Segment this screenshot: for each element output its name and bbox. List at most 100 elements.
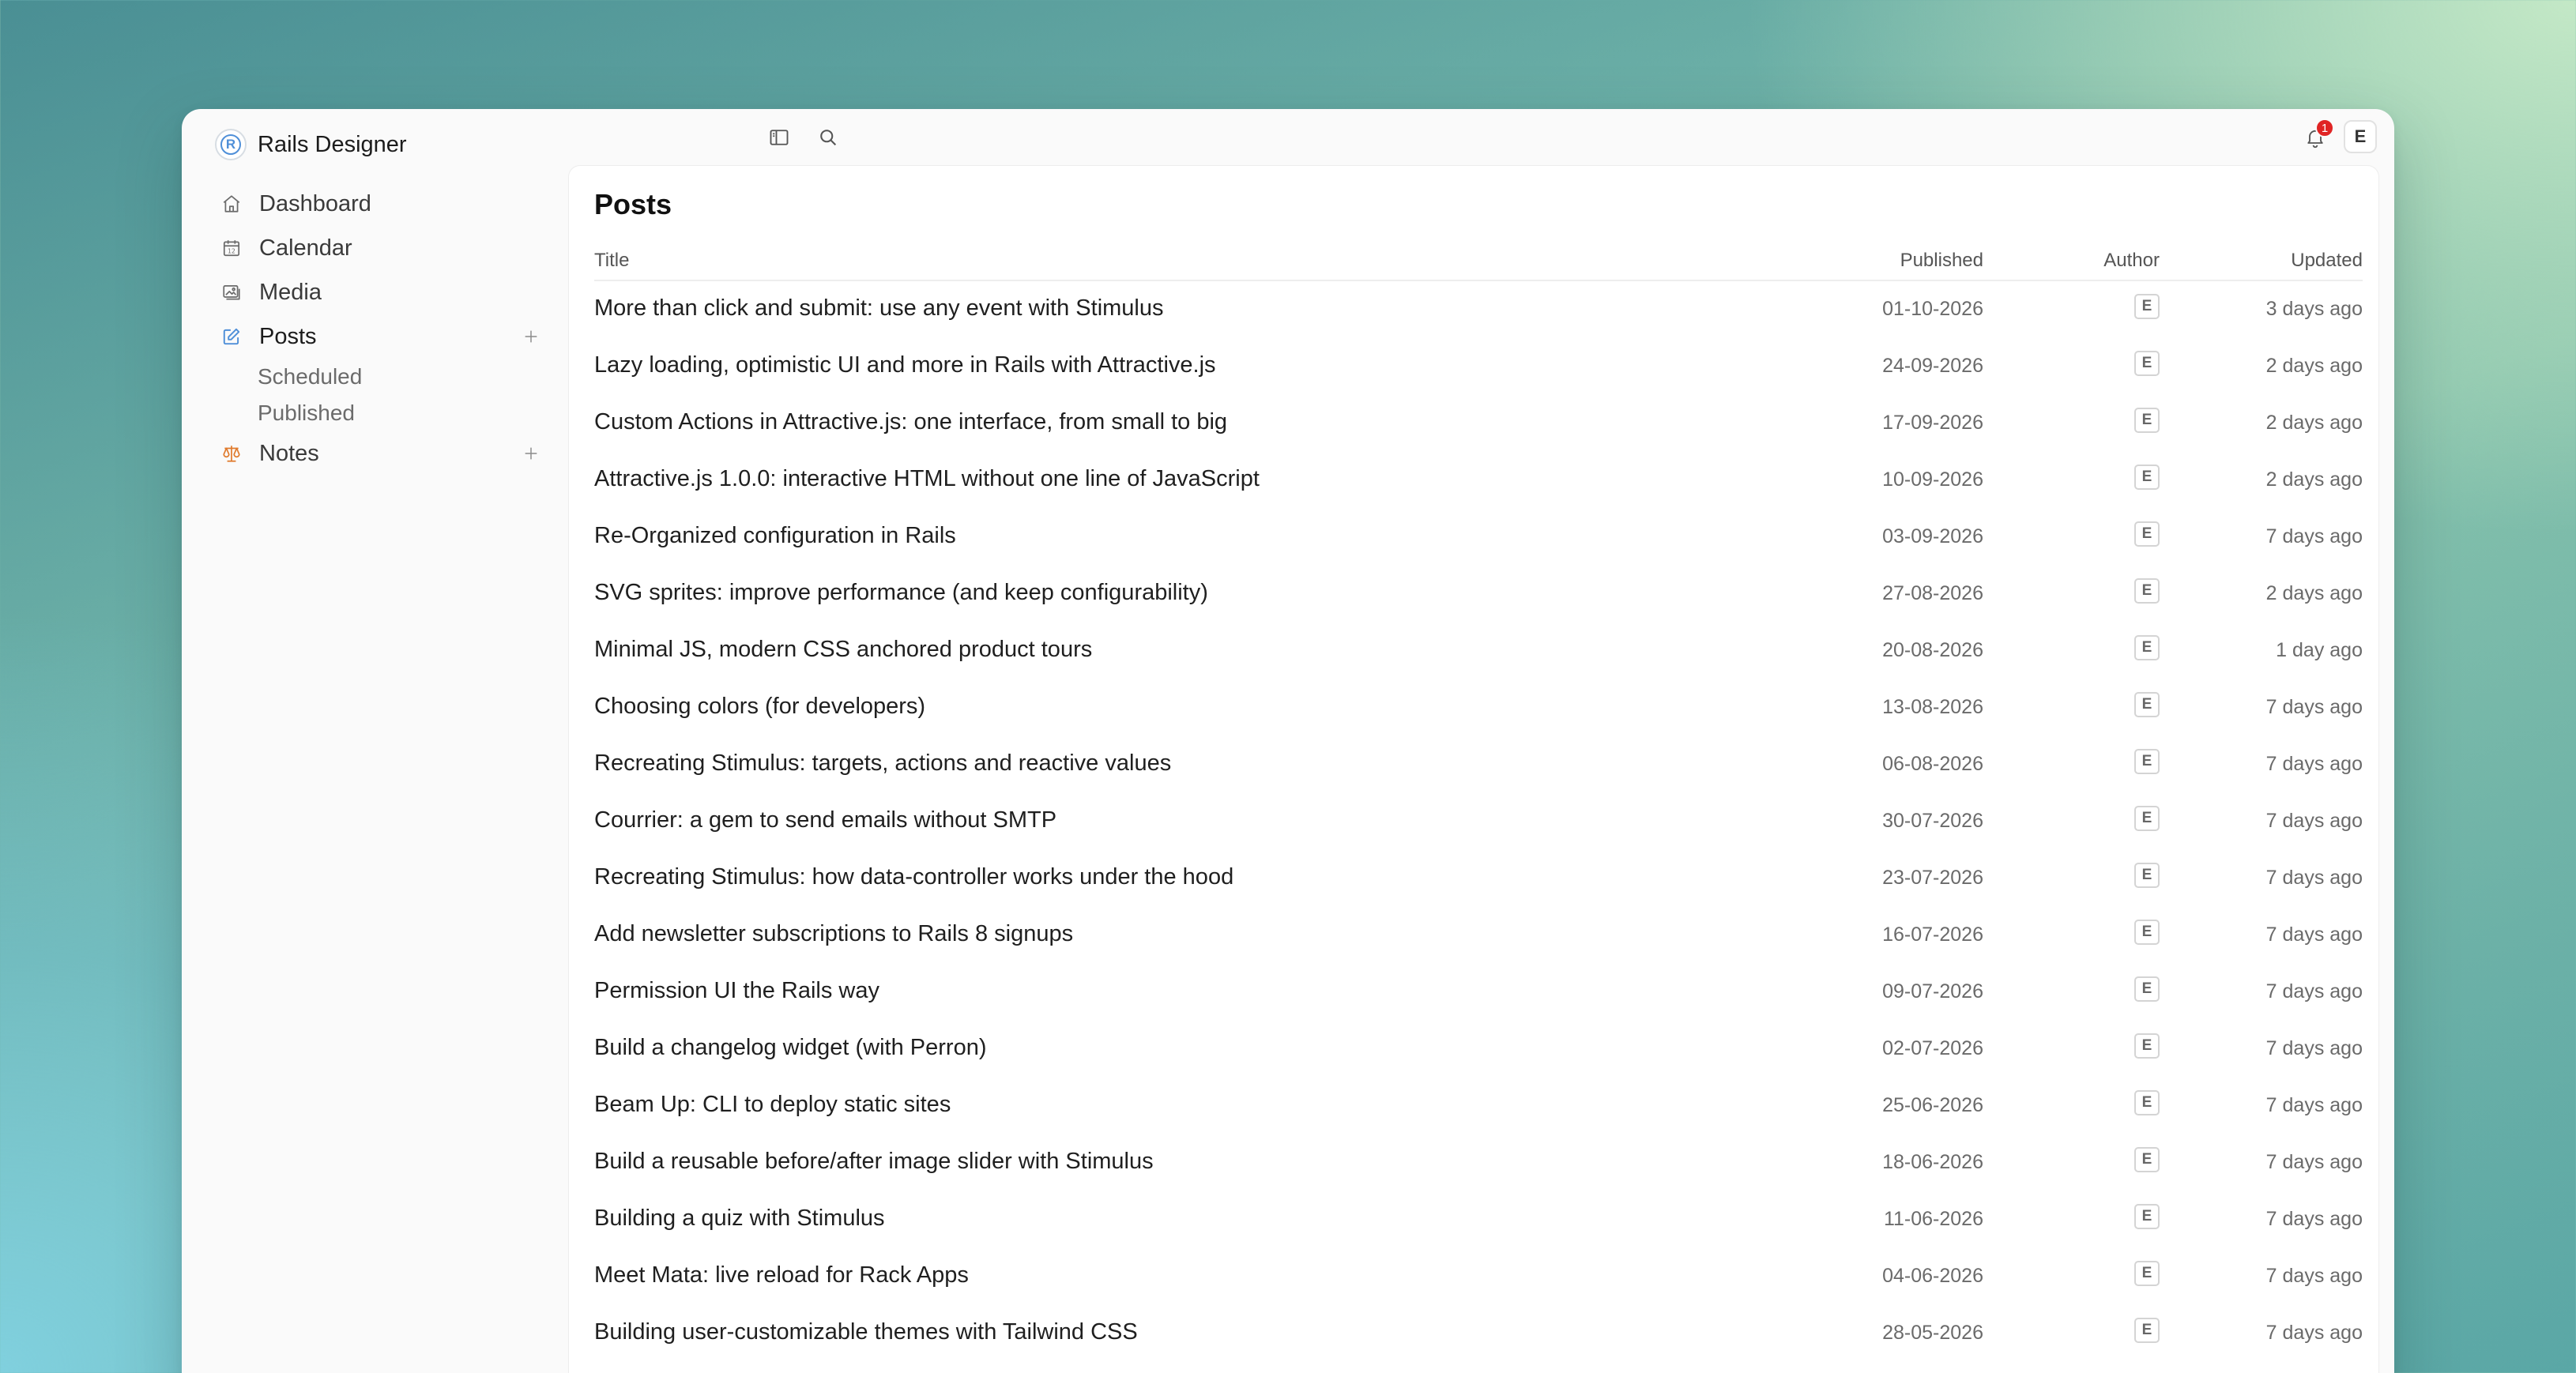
sidebar-item-label: Posts bbox=[259, 323, 317, 349]
table-row[interactable]: Permission UI the Rails way 09-07-2026 E 7 … bbox=[594, 964, 2363, 1021]
author-avatar: E bbox=[2134, 806, 2160, 831]
post-updated: 7 days ago bbox=[2265, 1208, 2363, 1230]
post-title[interactable]: Recreating Stimulus: targets, actions an… bbox=[594, 750, 1171, 777]
post-title[interactable]: Beam Up: CLI to deploy static sites bbox=[594, 1092, 951, 1118]
post-title[interactable]: Minimal JS, modern CSS anchored product … bbox=[594, 637, 1092, 663]
post-title[interactable]: Re-Organized configuration in Rails bbox=[594, 523, 956, 549]
post-title[interactable]: Attractive.js 1.0.0: interactive HTML wi… bbox=[594, 466, 1260, 492]
post-author: E bbox=[2002, 578, 2160, 604]
post-title[interactable]: Permission UI the Rails way bbox=[594, 978, 879, 1004]
column-title[interactable]: Title bbox=[594, 250, 629, 272]
table-row[interactable]: Courrier: a gem to send emails without S… bbox=[594, 793, 2363, 850]
post-updated: 7 days ago bbox=[2265, 980, 2363, 1002]
post-updated: 7 days ago bbox=[2265, 867, 2363, 889]
table-row[interactable]: SVG sprites: improve performance (and ke… bbox=[594, 566, 2363, 623]
table-row[interactable]: Attractive.js 1.0.0: interactive HTML wi… bbox=[594, 452, 2363, 509]
table-row[interactable]: Building user-customizable themes with T… bbox=[594, 1305, 2363, 1362]
post-author: E bbox=[2002, 351, 2160, 376]
table-row[interactable]: Re-Organized configuration in Rails 03-09… bbox=[594, 509, 2363, 566]
author-avatar: E bbox=[2134, 1033, 2160, 1059]
calendar-icon: 12 bbox=[220, 236, 243, 260]
post-updated: 7 days ago bbox=[2265, 525, 2363, 547]
post-updated: 2 days ago bbox=[2265, 582, 2363, 604]
author-avatar: E bbox=[2134, 351, 2160, 376]
author-avatar: E bbox=[2134, 749, 2160, 774]
author-avatar: E bbox=[2134, 1090, 2160, 1115]
post-title[interactable]: Custom Actions in Attractive.js: one int… bbox=[594, 409, 1227, 435]
table-row[interactable]: Build a reusable before/after image slid… bbox=[594, 1134, 2363, 1191]
sidebar-item-calendar[interactable]: 12 Calendar bbox=[220, 226, 544, 270]
table-row[interactable]: Recreating Stimulus: how data-controller… bbox=[594, 850, 2363, 907]
post-published-date: 24-09-2026 bbox=[1882, 355, 1983, 377]
table-row[interactable]: Choosing colors (for developers) 13-08-20… bbox=[594, 679, 2363, 736]
posts-table-body: More than click and submit: use any even… bbox=[594, 281, 2363, 1362]
post-author: E bbox=[2002, 1204, 2160, 1229]
post-published-date: 06-08-2026 bbox=[1882, 753, 1983, 775]
brand[interactable]: R Rails Designer bbox=[215, 126, 407, 163]
post-author: E bbox=[2002, 976, 2160, 1002]
sidebar-subitem-scheduled[interactable]: Scheduled bbox=[220, 359, 544, 395]
sidebar-item-notes[interactable]: Notes bbox=[220, 431, 544, 476]
sidebar-item-media[interactable]: Media bbox=[220, 270, 544, 314]
post-title[interactable]: Courrier: a gem to send emails without S… bbox=[594, 807, 1056, 833]
post-title[interactable]: Recreating Stimulus: how data-controller… bbox=[594, 864, 1233, 890]
post-published-date: 01-10-2026 bbox=[1882, 298, 1983, 320]
author-avatar: E bbox=[2134, 692, 2160, 717]
post-title[interactable]: Meet Mata: live reload for Rack Apps bbox=[594, 1262, 969, 1288]
post-published-date: 11-06-2026 bbox=[1883, 1208, 1983, 1230]
sidebar-item-dashboard[interactable]: Dashboard bbox=[220, 182, 544, 226]
sidebar-item-posts[interactable]: Posts bbox=[220, 314, 544, 359]
post-author: E bbox=[2002, 1033, 2160, 1059]
sidebar: R Rails Designer Dashboard 12 Calendar M… bbox=[182, 109, 569, 1373]
table-row[interactable]: Minimal JS, modern CSS anchored product … bbox=[594, 623, 2363, 679]
post-title[interactable]: Choosing colors (for developers) bbox=[594, 694, 925, 720]
column-updated[interactable]: Updated bbox=[2189, 250, 2363, 272]
topbar: 1 E bbox=[569, 109, 2394, 166]
column-published[interactable]: Published bbox=[1794, 250, 1983, 272]
images-icon bbox=[220, 280, 243, 304]
column-author[interactable]: Author bbox=[2002, 250, 2160, 272]
post-updated: 3 days ago bbox=[2265, 298, 2363, 320]
app-window: R Rails Designer Dashboard 12 Calendar M… bbox=[182, 109, 2394, 1373]
brand-logo-icon: R bbox=[215, 129, 247, 160]
post-author: E bbox=[2002, 635, 2160, 660]
sidebar-item-label: Notes bbox=[259, 440, 319, 466]
post-published-date: 20-08-2026 bbox=[1882, 639, 1983, 661]
post-title[interactable]: Build a changelog widget (with Perron) bbox=[594, 1035, 987, 1061]
post-author: E bbox=[2002, 749, 2160, 774]
table-row[interactable]: Meet Mata: live reload for Rack Apps 04-0… bbox=[594, 1248, 2363, 1305]
post-title[interactable]: Add newsletter subscriptions to Rails 8 … bbox=[594, 921, 1073, 947]
user-avatar[interactable]: E bbox=[2344, 120, 2377, 153]
post-title[interactable]: Building user-customizable themes with T… bbox=[594, 1319, 1138, 1345]
post-title[interactable]: More than click and submit: use any even… bbox=[594, 295, 1164, 322]
table-row[interactable]: Custom Actions in Attractive.js: one int… bbox=[594, 395, 2363, 452]
post-updated: 2 days ago bbox=[2265, 355, 2363, 377]
table-row[interactable]: Building a quiz with Stimulus 11-06-2026 E… bbox=[594, 1191, 2363, 1248]
post-title[interactable]: Build a reusable before/after image slid… bbox=[594, 1149, 1154, 1175]
sidebar-item-label: Media bbox=[259, 279, 322, 305]
post-published-date: 02-07-2026 bbox=[1882, 1037, 1983, 1059]
author-avatar: E bbox=[2134, 294, 2160, 319]
post-title[interactable]: Lazy loading, optimistic UI and more in … bbox=[594, 352, 1216, 378]
add-note-icon[interactable] bbox=[518, 441, 544, 466]
table-row[interactable]: Lazy loading, optimistic UI and more in … bbox=[594, 338, 2363, 395]
table-row[interactable]: Beam Up: CLI to deploy static sites 25-06… bbox=[594, 1078, 2363, 1134]
table-row[interactable]: Recreating Stimulus: targets, actions an… bbox=[594, 736, 2363, 793]
post-updated: 1 day ago bbox=[2276, 639, 2363, 661]
table-row[interactable]: Add newsletter subscriptions to Rails 8 … bbox=[594, 907, 2363, 964]
bell-icon[interactable]: 1 bbox=[2301, 118, 2334, 152]
table-row[interactable]: More than click and submit: use any even… bbox=[594, 281, 2363, 338]
add-post-icon[interactable] bbox=[518, 324, 544, 349]
table-row[interactable]: Build a changelog widget (with Perron) 02… bbox=[594, 1021, 2363, 1078]
post-title[interactable]: Building a quiz with Stimulus bbox=[594, 1206, 885, 1232]
search-icon[interactable] bbox=[814, 123, 842, 152]
sidebar-subitem-published[interactable]: Published bbox=[220, 395, 544, 431]
post-title[interactable]: SVG sprites: improve performance (and ke… bbox=[594, 580, 1208, 606]
post-updated: 7 days ago bbox=[2265, 810, 2363, 832]
home-icon bbox=[220, 192, 243, 216]
post-author: E bbox=[2002, 294, 2160, 319]
author-avatar: E bbox=[2134, 578, 2160, 604]
sidebar-toggle-icon[interactable] bbox=[765, 123, 793, 152]
post-published-date: 16-07-2026 bbox=[1882, 923, 1983, 946]
post-author: E bbox=[2002, 521, 2160, 547]
